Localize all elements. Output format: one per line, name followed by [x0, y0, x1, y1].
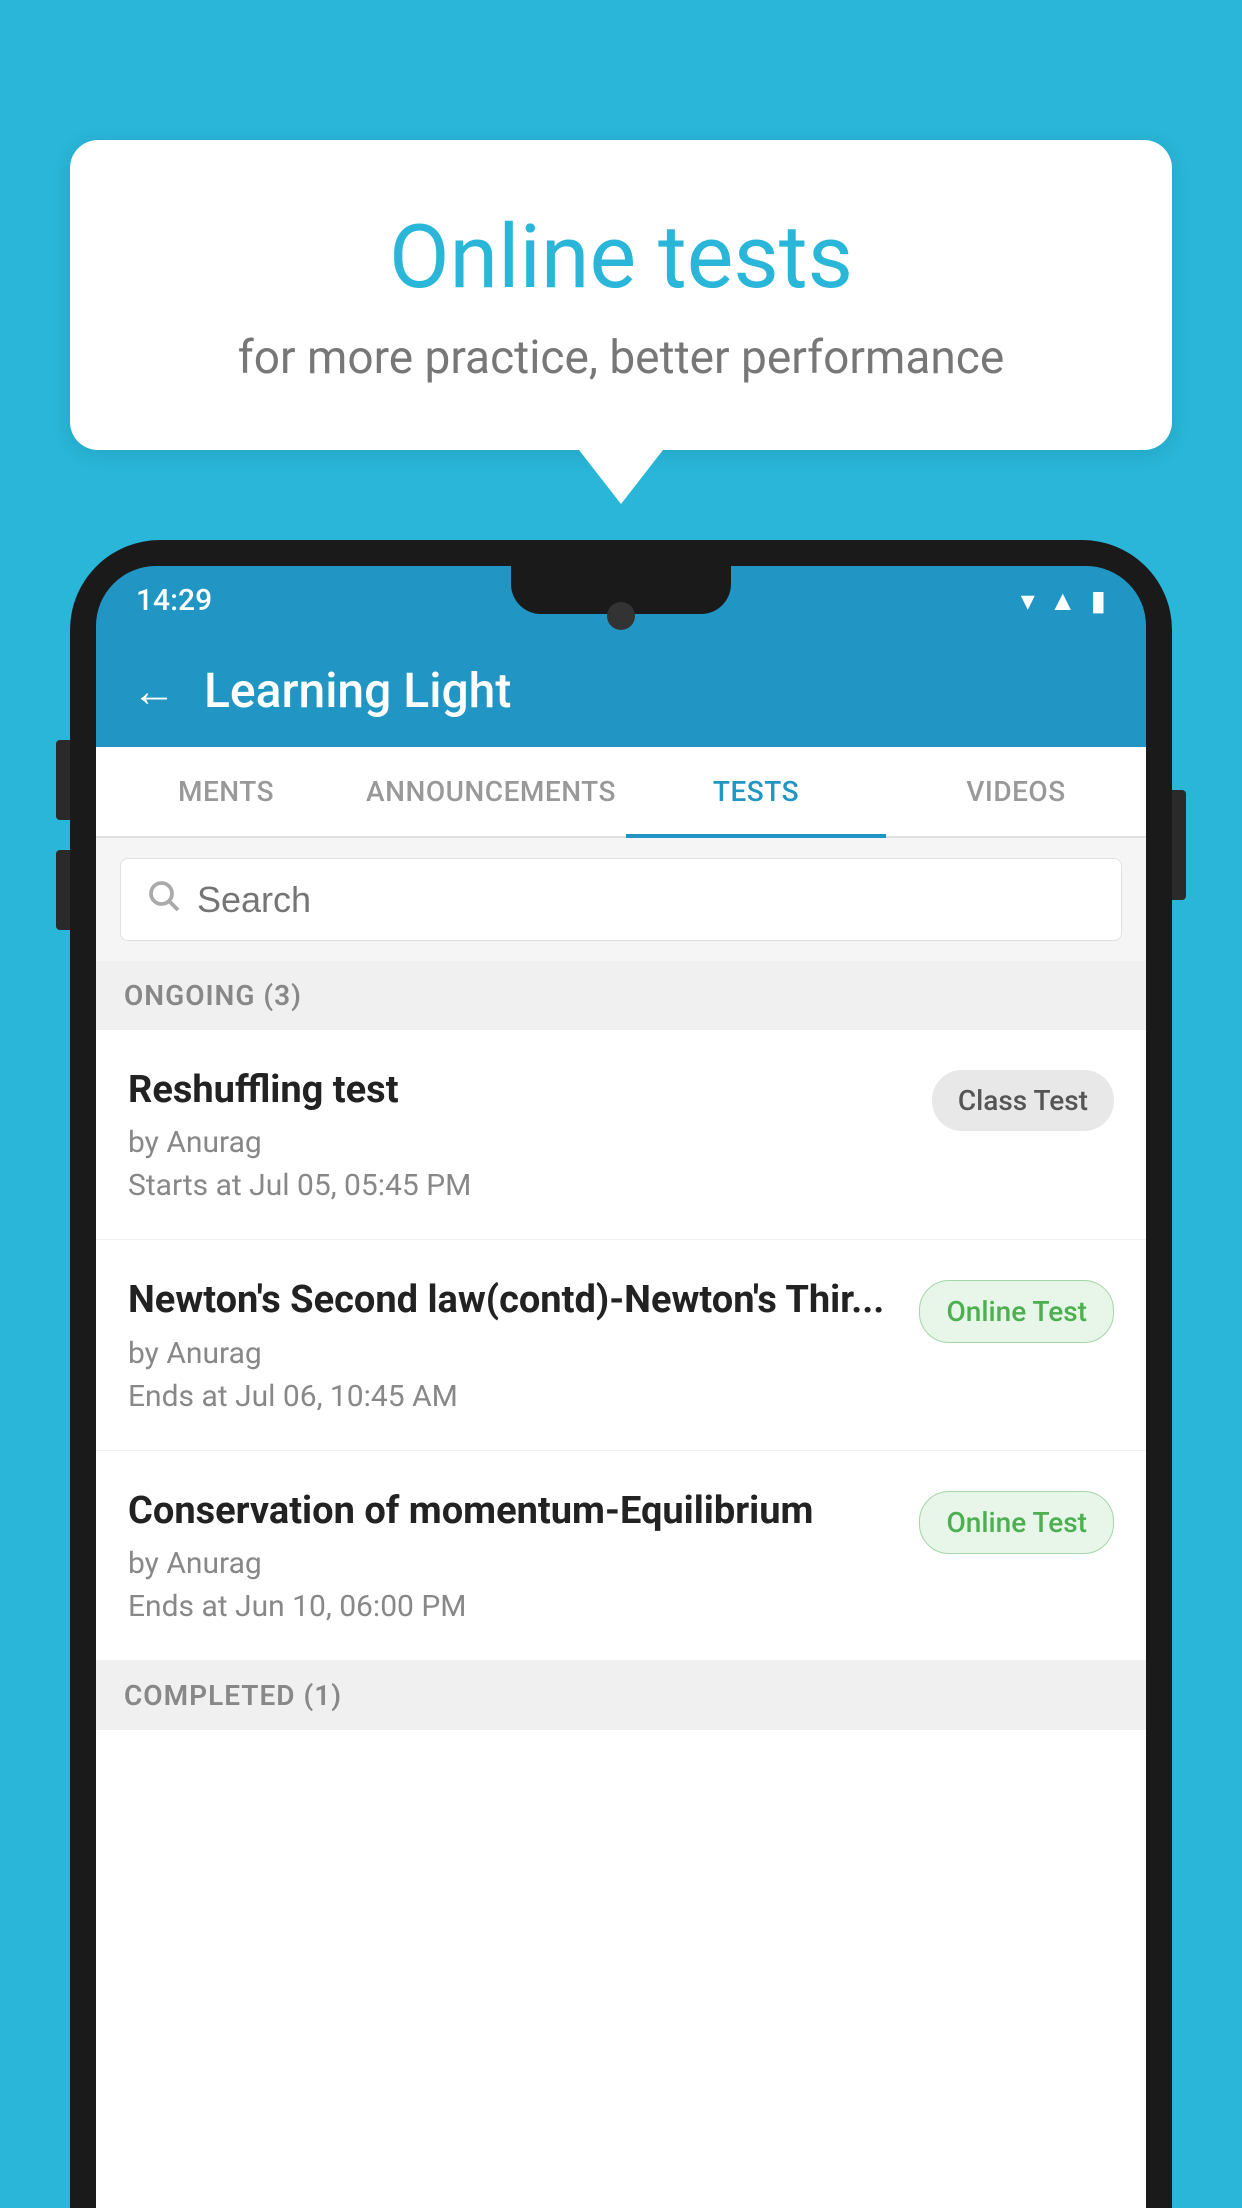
battery-icon: ▮	[1091, 584, 1106, 617]
completed-section-header: COMPLETED (1)	[96, 1661, 1146, 1730]
phone-mockup: 14:29 ▾ ▲ ▮ ← Learning Light MENTS ANNOU…	[70, 540, 1172, 2208]
test-by-2: by Anurag	[128, 1336, 899, 1371]
speech-bubble-title: Online tests	[150, 210, 1092, 307]
tab-tests[interactable]: TESTS	[626, 747, 886, 836]
test-date-1: Starts at Jul 05, 05:45 PM	[128, 1168, 912, 1203]
volume-up-button[interactable]	[56, 740, 70, 820]
test-item-1[interactable]: Reshuffling test by Anurag Starts at Jul…	[96, 1030, 1146, 1240]
test-by-3: by Anurag	[128, 1546, 899, 1581]
test-name-1: Reshuffling test	[128, 1066, 912, 1115]
status-time: 14:29	[136, 583, 212, 618]
test-badge-2: Online Test	[919, 1280, 1114, 1343]
speech-bubble: Online tests for more practice, better p…	[70, 140, 1172, 450]
back-button[interactable]: ←	[132, 665, 176, 717]
wifi-icon: ▾	[1021, 584, 1035, 617]
test-date-2: Ends at Jul 06, 10:45 AM	[128, 1379, 899, 1414]
app-header: ← Learning Light	[96, 634, 1146, 747]
volume-down-button[interactable]	[56, 850, 70, 930]
test-info-2: Newton's Second law(contd)-Newton's Thir…	[128, 1276, 919, 1413]
test-item-2[interactable]: Newton's Second law(contd)-Newton's Thir…	[96, 1240, 1146, 1450]
test-info-3: Conservation of momentum-Equilibrium by …	[128, 1487, 919, 1624]
test-info-1: Reshuffling test by Anurag Starts at Jul…	[128, 1066, 932, 1203]
tabs-bar: MENTS ANNOUNCEMENTS TESTS VIDEOS	[96, 747, 1146, 838]
phone-notch	[511, 566, 731, 614]
speech-bubble-container: Online tests for more practice, better p…	[70, 140, 1172, 504]
test-item-3[interactable]: Conservation of momentum-Equilibrium by …	[96, 1451, 1146, 1661]
test-badge-1: Class Test	[932, 1070, 1114, 1131]
test-name-3: Conservation of momentum-Equilibrium	[128, 1487, 899, 1536]
signal-icon: ▲	[1049, 584, 1077, 617]
tab-videos[interactable]: VIDEOS	[886, 747, 1146, 836]
speech-bubble-arrow	[579, 450, 663, 504]
tab-ments[interactable]: MENTS	[96, 747, 356, 836]
search-icon	[145, 877, 181, 922]
ongoing-section-header: ONGOING (3)	[96, 961, 1146, 1030]
phone-screen: ← Learning Light MENTS ANNOUNCEMENTS TES…	[96, 634, 1146, 2208]
power-button[interactable]	[1172, 790, 1186, 900]
test-name-2: Newton's Second law(contd)-Newton's Thir…	[128, 1276, 899, 1325]
tests-list: Reshuffling test by Anurag Starts at Jul…	[96, 1030, 1146, 2208]
app-title: Learning Light	[204, 662, 511, 719]
test-date-3: Ends at Jun 10, 06:00 PM	[128, 1589, 899, 1624]
status-icons: ▾ ▲ ▮	[1021, 584, 1106, 617]
speech-bubble-subtitle: for more practice, better performance	[150, 331, 1092, 385]
search-container	[96, 838, 1146, 961]
tab-announcements[interactable]: ANNOUNCEMENTS	[356, 747, 626, 836]
search-input[interactable]	[197, 879, 1097, 921]
test-badge-3: Online Test	[919, 1491, 1114, 1554]
phone-camera	[607, 602, 635, 630]
phone-frame: 14:29 ▾ ▲ ▮ ← Learning Light MENTS ANNOU…	[70, 540, 1172, 2208]
search-input-wrapper	[120, 858, 1122, 941]
test-by-1: by Anurag	[128, 1125, 912, 1160]
